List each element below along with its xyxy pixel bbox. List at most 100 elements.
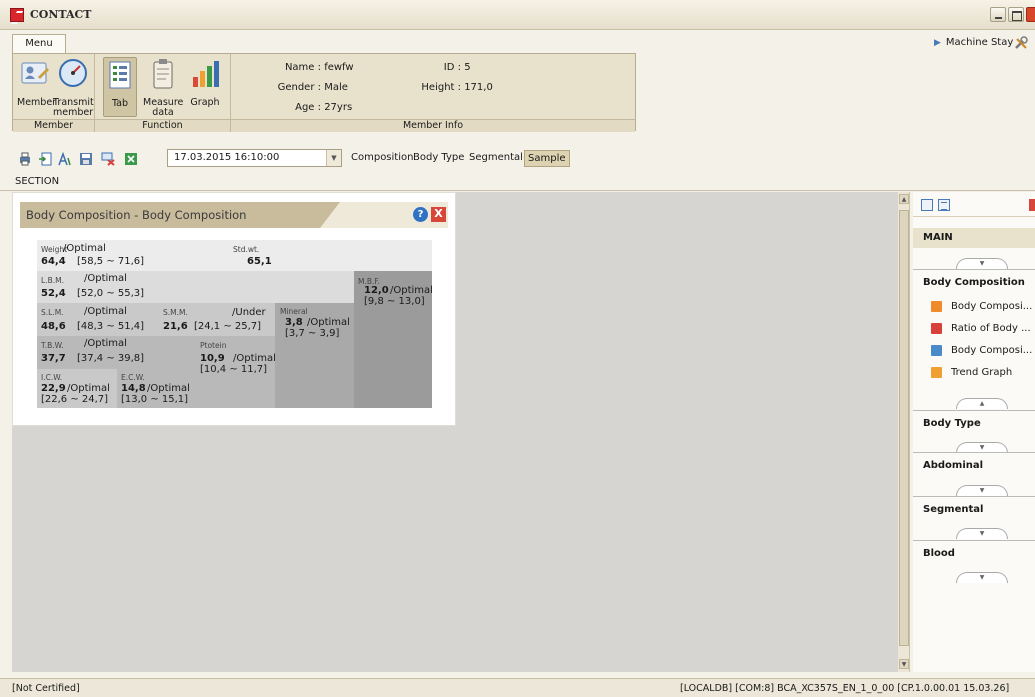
measure-data-button[interactable]: Measure data (143, 57, 183, 118)
cell-mineral: Mineral 3,8 /Optimal [3,7 ~ 3,9] (275, 303, 354, 408)
help-icon[interactable]: ? (413, 207, 428, 222)
expand-icon[interactable]: ▼ (956, 485, 1008, 496)
expand-icon[interactable]: ▼ (956, 528, 1008, 539)
tools-icon[interactable] (1013, 35, 1029, 51)
trend-graph-icon (931, 367, 942, 378)
nav-item-body-composition-2[interactable]: Body Composi... (931, 344, 1035, 360)
graph-label: Graph (190, 97, 220, 108)
body-composition-icon (931, 301, 942, 312)
cell-slm: S.L.M. /Optimal 48,6 [48,3 ~ 51,4] S.M.M… (37, 303, 275, 336)
toolbar: 17.03.2015 16:10:00 ▼ Composition Body Ty… (0, 146, 1035, 172)
body-composition-table: Weight /Optimal 64,4 [58,5 ~ 71,6] Std.w… (37, 240, 433, 408)
cell-icw: I.C.W. 22,9 /Optimal [22,6 ~ 24,7] (37, 369, 117, 408)
close-window-button[interactable] (1026, 7, 1035, 22)
view-sample[interactable]: Sample (524, 150, 570, 167)
expand-icon[interactable]: ▼ (956, 572, 1008, 583)
play-icon: ▶ (934, 38, 941, 48)
connection-status: [LOCALDB] [COM:8] BCA_XC357S_EN_1_0_00 [… (680, 683, 1010, 694)
view-composition[interactable]: Composition (348, 150, 416, 167)
maximize-button[interactable] (1008, 7, 1024, 22)
graph-button[interactable]: Graph (188, 57, 222, 108)
panel-title-tab: Body Composition - Body Composition (20, 202, 340, 228)
cell-ecw: E.C.W. 14,8 /Optimal [13,0 ~ 15,1] (117, 369, 196, 408)
pane-toolbar (913, 192, 1035, 217)
nav-item-ratio-of-body[interactable]: Ratio of Body ... (931, 322, 1035, 338)
title-bar: CONTACT (0, 0, 1035, 30)
scroll-thumb[interactable] (899, 210, 909, 646)
minimize-button[interactable] (990, 7, 1006, 22)
save-icon[interactable] (79, 152, 93, 166)
tab-label: Tab (111, 98, 129, 109)
section-label: SECTION (15, 176, 60, 187)
cell-mbf: M.B.F. 12,0 /Optimal [9,8 ~ 13,0] (354, 271, 433, 408)
scroll-up-icon[interactable]: ▲ (899, 194, 909, 204)
group-member-label: Member (13, 119, 94, 132)
cell-protein: Ptotein 10,9 /Optimal [10,4 ~ 11,7] (196, 336, 276, 408)
group-function-label: Function (95, 119, 230, 132)
transmit-label: Transmit member (53, 97, 94, 118)
main-header: MAIN (913, 228, 1035, 248)
panel-header: Body Composition - Body Composition ? X (20, 202, 448, 228)
group-info-label: Member Info (231, 119, 635, 132)
vertical-scrollbar[interactable]: ▲ (898, 192, 910, 672)
gauge-icon (59, 59, 87, 87)
navigation-pane: MAIN ▼ Body Composition Body Composi... … (913, 192, 1035, 672)
section-abdominal[interactable]: Abdominal (913, 452, 1035, 471)
machine-stay-label: Machine Stay (945, 37, 1014, 48)
ratio-icon (931, 323, 942, 334)
tab-menu[interactable]: Menu (12, 34, 66, 54)
window-title: CONTACT (30, 8, 92, 21)
certification-status: [Not Certified] (12, 683, 80, 694)
single-view-icon[interactable] (921, 199, 933, 211)
group-member: Member Transmit member Member (13, 54, 95, 132)
pane-close-icon[interactable] (1029, 199, 1035, 211)
collapse-icon[interactable]: ▲ (956, 398, 1008, 409)
right-panel: ▲ ▼ MAIN ▼ Body Composition Body Composi… (898, 192, 1035, 672)
excel-icon[interactable] (124, 152, 138, 166)
section-blood[interactable]: Blood (913, 540, 1035, 559)
member-card-icon (21, 62, 49, 84)
scroll-down-icon[interactable]: ▼ (899, 659, 909, 669)
group-function: Tab Measure data Graph Function (95, 54, 231, 132)
member-label: Member (17, 97, 57, 108)
chart-icon (931, 345, 942, 356)
measure-label: Measure data (143, 97, 184, 118)
ribbon-tab-row: Menu ▶ Machine Stay (0, 30, 1035, 54)
delete-record-icon[interactable] (101, 152, 115, 166)
panel-title: Body Composition - Body Composition (26, 208, 247, 222)
machine-stay-button[interactable]: ▶ Machine Stay (934, 37, 1013, 48)
ribbon: Member Transmit member Member Tab Measur… (12, 53, 636, 132)
view-body-type[interactable]: Body Type (410, 150, 467, 167)
body-composition-panel: Body Composition - Body Composition ? X … (12, 192, 456, 426)
member-button[interactable]: Member (17, 57, 57, 108)
print-icon[interactable] (18, 152, 32, 166)
bar-graph-icon (193, 61, 219, 87)
info-gender: Gender : Male (277, 82, 348, 93)
analyze-icon[interactable] (58, 152, 72, 166)
chevron-down-icon[interactable]: ▼ (326, 150, 341, 166)
list-view-icon[interactable] (938, 199, 950, 211)
app-logo-icon (10, 8, 24, 22)
divider (0, 190, 1035, 191)
export-icon[interactable] (38, 152, 52, 166)
cell-tbw: T.B.W. /Optimal 37,7 [37,4 ~ 39,8] (37, 336, 196, 369)
section-body-type[interactable]: Body Type (913, 410, 1035, 429)
date-value: 17.03.2015 16:10:00 (174, 152, 280, 163)
clipboard-icon (153, 59, 173, 89)
workspace: Body Composition - Body Composition ? X … (12, 192, 898, 672)
view-segmental[interactable]: Segmental (466, 150, 526, 167)
date-select[interactable]: 17.03.2015 16:10:00 ▼ (167, 149, 342, 167)
section-segmental[interactable]: Segmental (913, 496, 1035, 515)
tab-list-icon (109, 61, 131, 89)
nav-item-body-composition-1[interactable]: Body Composi... (931, 300, 1035, 316)
tab-button[interactable]: Tab (103, 57, 137, 117)
info-height: Height : 171,0 (421, 82, 493, 93)
info-id: ID : 5 (443, 62, 471, 73)
transmit-member-button[interactable]: Transmit member (53, 57, 94, 118)
expand-collapse-icon[interactable]: ▼ (956, 258, 1008, 269)
cell-weight: Weight /Optimal 64,4 [58,5 ~ 71,6] Std.w… (37, 240, 432, 271)
nav-item-trend-graph[interactable]: Trend Graph (931, 366, 1035, 382)
close-icon[interactable]: X (431, 207, 446, 222)
section-body-composition[interactable]: Body Composition (913, 269, 1035, 288)
info-age: Age : 27yrs (295, 102, 353, 113)
